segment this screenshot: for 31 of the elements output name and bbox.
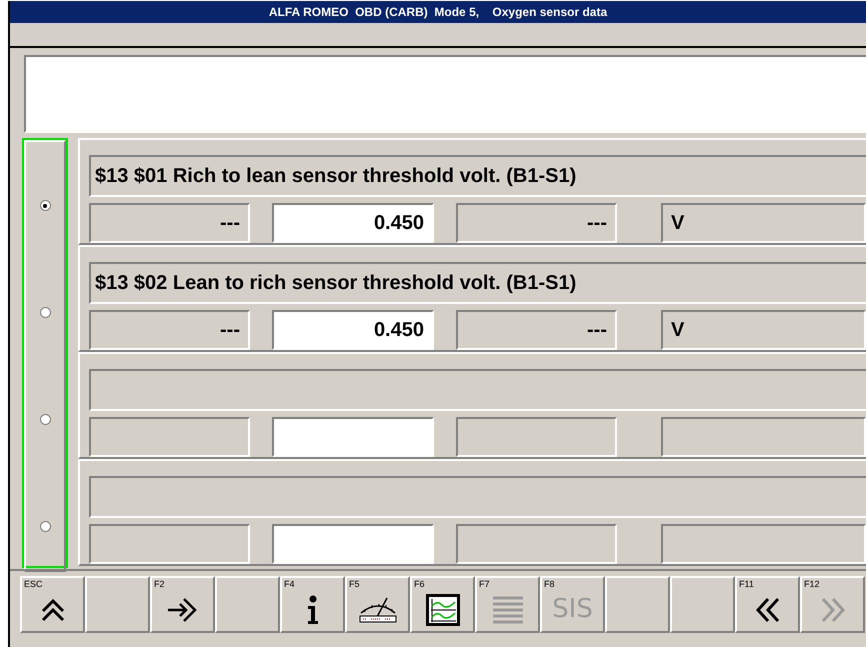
arrow-into-diamond-icon <box>166 596 200 624</box>
unit-field: V <box>661 310 866 350</box>
unit-field: V <box>661 203 866 243</box>
window-title: ALFA ROMEO OBD (CARB) Mode 5, Oxygen sensor data <box>10 1 866 23</box>
sensor-label: $13 $01 Rich to lean sensor threshold volt. (B1-S1) <box>89 155 866 197</box>
radio-button[interactable] <box>40 307 50 318</box>
value-field: 0.450 <box>272 203 434 243</box>
function-key-button[interactable]: F2 <box>150 576 215 633</box>
function-key-button[interactable]: F4 <box>280 576 345 633</box>
sensor-label: $13 $02 Lean to rich sensor threshold volt. (B1-S1) <box>89 262 866 304</box>
radio-button[interactable] <box>40 521 50 532</box>
max-field: --- <box>456 203 617 243</box>
min-field: --- <box>89 310 250 350</box>
function-key-button[interactable] <box>670 576 735 633</box>
double-chevron-left-icon <box>754 596 782 624</box>
list-icon <box>490 594 524 624</box>
function-key-button[interactable] <box>85 576 150 633</box>
min-field: --- <box>89 203 250 243</box>
value-field: 0.450 <box>272 310 434 350</box>
double-chevron-up-icon <box>40 598 66 622</box>
function-key-button[interactable]: ESC <box>20 576 85 633</box>
function-key-button[interactable]: F5 <box>345 576 410 633</box>
function-key-button[interactable]: F6 <box>410 576 475 633</box>
max-field: --- <box>456 310 617 350</box>
function-key-button[interactable] <box>215 576 280 633</box>
sis-label: SIS <box>552 593 593 626</box>
function-key-button[interactable]: F11 <box>735 576 800 633</box>
function-key-button[interactable] <box>605 576 670 633</box>
radio-button[interactable] <box>40 414 50 425</box>
chart-icon <box>426 594 460 626</box>
radio-button[interactable] <box>40 200 50 211</box>
